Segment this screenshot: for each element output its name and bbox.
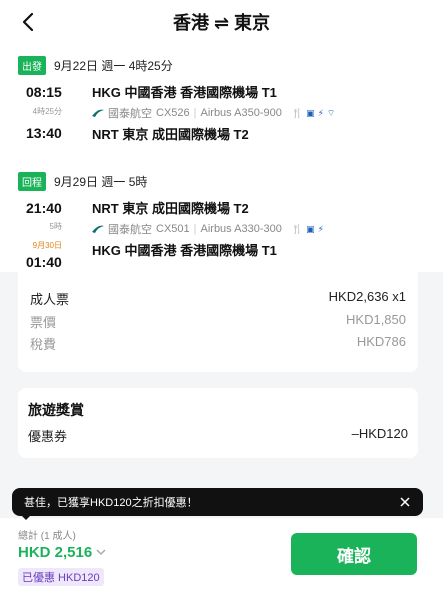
discount-tag: 已優惠 HKD120: [18, 568, 104, 586]
outbound-duration: 4時25分: [32, 107, 62, 116]
back-button[interactable]: [14, 8, 42, 36]
reward-title: 旅遊獎賞: [28, 402, 84, 418]
page-title: 香港 ⇌ 東京: [172, 13, 271, 33]
inbound-arrival-time: 01:40: [26, 254, 62, 270]
inbound-duration: 5時: [49, 222, 62, 231]
inbound-departure-airport: NRT 東京 成田國際機場 T2: [92, 201, 249, 216]
outbound-aircraft: Airbus A350-900: [200, 107, 282, 119]
chevron-left-icon: [22, 13, 34, 31]
outbound-header: 出發 9月22日 週一 4時25分: [18, 56, 173, 75]
entertainment-icon: ▣: [306, 107, 315, 118]
confirm-button[interactable]: 確認: [291, 533, 417, 575]
inbound-amenities: 🍴 ▣ ⚡: [292, 224, 324, 235]
inbound-departure-time: 21:40: [26, 200, 62, 216]
divider: |: [193, 107, 197, 119]
total-price-toggle[interactable]: HKD 2,516: [18, 544, 106, 561]
outbound-badge: 出發: [18, 56, 46, 75]
toast-pointer: [20, 514, 32, 520]
outbound-date: 9月22日 週一 4時25分: [54, 59, 173, 73]
base-fare-value: HKD1,850: [346, 312, 406, 327]
adult-fare-value: HKD2,636 x1: [328, 289, 406, 304]
inbound-next-day-date: 9月30日: [32, 241, 62, 250]
cathay-pacific-logo-icon: [92, 225, 104, 233]
toast-close-button[interactable]: [395, 492, 415, 512]
coupon-row: 優惠券 –HKD120: [28, 426, 408, 445]
toast-message: 甚佳，已獲享HKD120之折扣優惠！: [24, 497, 198, 509]
adult-fare-row: 成人票 HKD2,636 x1: [30, 289, 406, 308]
coupon-value: –HKD120: [351, 426, 408, 441]
inbound-badge: 回程: [18, 172, 46, 191]
base-fare-row: 票價 HKD1,850: [30, 312, 406, 331]
booking-summary-page: 香港 ⇌ 東京 出發 9月22日 週一 4時25分 08:15 4時25分 13…: [0, 0, 443, 595]
outbound-departure-time: 08:15: [26, 84, 62, 100]
inbound-header: 回程 9月29日 週一 5時: [18, 172, 147, 191]
flight-itinerary-card: 出發 9月22日 週一 4時25分 08:15 4時25分 13:40 HKG …: [0, 44, 443, 272]
total-label: 總計 (1 成人): [18, 531, 76, 542]
inbound-arrival-airport: HKG 中國香港 香港國際機場 T1: [92, 243, 277, 258]
chevron-down-icon: [96, 549, 106, 556]
checkout-bar: 總計 (1 成人) HKD 2,516 已優惠 HKD120 確認: [0, 518, 443, 595]
outbound-amenities: 🍴 ▣ ⚡ ⌔: [292, 108, 336, 119]
power-icon: ⚡: [317, 223, 324, 234]
tax-row: 稅費 HKD786: [30, 334, 406, 353]
outbound-arrival-airport: NRT 東京 成田國際機場 T2: [92, 127, 249, 142]
cathay-pacific-logo-icon: [92, 109, 104, 117]
wifi-icon: ⌔: [326, 107, 336, 118]
total-price: HKD 2,516: [18, 544, 93, 561]
inbound-flight-number: CX501: [156, 223, 190, 235]
power-icon: ⚡: [317, 107, 324, 118]
price-breakdown-card: 成人票 HKD2,636 x1 票價 HKD1,850 稅費 HKD786: [18, 272, 418, 372]
discount-toast: 甚佳，已獲享HKD120之折扣優惠！: [12, 488, 423, 516]
meal-icon: 🍴: [291, 107, 304, 118]
inbound-airline-info: 國泰航空 CX501 | Airbus A330-300 🍴 ▣ ⚡: [92, 221, 324, 237]
outbound-airline-info: 國泰航空 CX526 | Airbus A350-900 🍴 ▣ ⚡ ⌔: [92, 105, 335, 121]
outbound-flight-number: CX526: [156, 107, 190, 119]
tax-label: 稅費: [30, 337, 57, 352]
travel-reward-card: 旅遊獎賞 優惠券 –HKD120: [18, 388, 418, 458]
outbound-departure-airport: HKG 中國香港 香港國際機場 T1: [92, 85, 277, 100]
tax-value: HKD786: [356, 334, 406, 349]
close-icon: [400, 497, 410, 507]
entertainment-icon: ▣: [306, 223, 315, 234]
divider: |: [193, 223, 197, 235]
meal-icon: 🍴: [291, 223, 304, 234]
coupon-label: 優惠券: [28, 429, 68, 444]
outbound-arrival-time: 13:40: [26, 125, 62, 141]
adult-fare-label: 成人票: [30, 292, 70, 307]
outbound-airline-name: 國泰航空: [108, 108, 152, 120]
inbound-date: 9月29日 週一 5時: [54, 175, 148, 189]
header-bar: 香港 ⇌ 東京: [0, 0, 443, 44]
inbound-airline-name: 國泰航空: [108, 224, 152, 236]
inbound-aircraft: Airbus A330-300: [200, 223, 282, 235]
base-fare-label: 票價: [30, 315, 57, 330]
